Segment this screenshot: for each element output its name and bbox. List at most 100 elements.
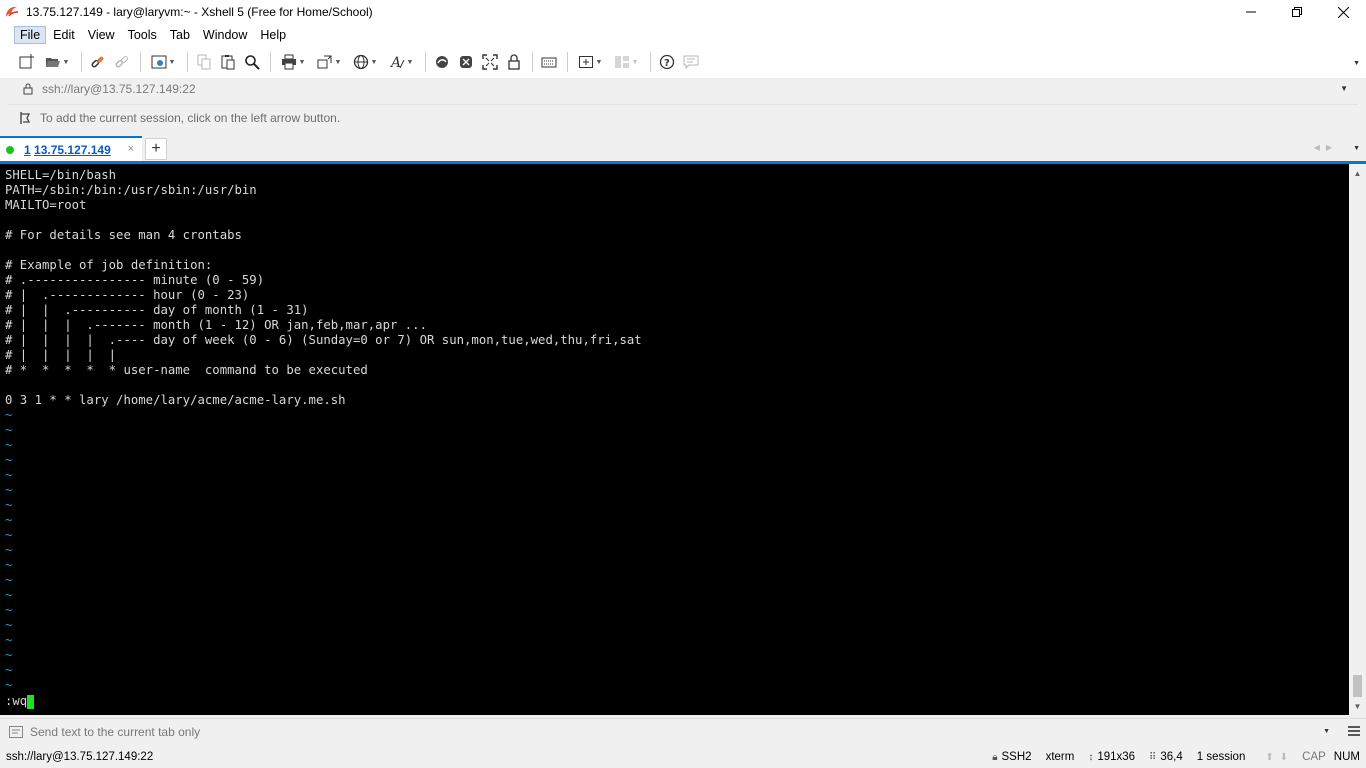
vim-empty-line-marker: ~	[5, 513, 13, 527]
tab-close-icon[interactable]: ×	[128, 143, 134, 155]
terminal-line: PATH=/sbin:/bin:/usr/sbin:/usr/bin	[5, 183, 257, 197]
new-tab-button[interactable]: ▼	[573, 50, 607, 74]
toolbar-separator	[567, 52, 568, 72]
tab-scroll-arrows-icon[interactable]: ◀▶	[1314, 143, 1338, 152]
vim-empty-line-marker: ~	[5, 663, 13, 677]
title-bar: 13.75.127.149 - lary@laryvm:~ - Xshell 5…	[0, 0, 1366, 24]
vim-empty-line-marker: ~	[5, 498, 13, 512]
xmanager-button[interactable]	[455, 50, 477, 74]
hint-text: To add the current session, click on the…	[40, 110, 341, 125]
hamburger-menu-icon[interactable]	[1348, 725, 1360, 739]
close-button[interactable]	[1320, 0, 1366, 24]
menu-help[interactable]: Help	[254, 26, 292, 44]
vim-command: :wq	[5, 694, 28, 708]
vim-empty-line-marker: ~	[5, 438, 13, 452]
address-bar[interactable]: ssh://lary@13.75.127.149:22 ▼	[8, 78, 1358, 100]
fullscreen-button[interactable]	[479, 50, 501, 74]
disconnect-button[interactable]	[111, 50, 133, 74]
toolbar-separator	[140, 52, 141, 72]
link-icon	[91, 56, 104, 68]
toolbar-separator	[187, 52, 188, 72]
menu-window[interactable]: Window	[197, 26, 253, 44]
menu-view[interactable]: View	[82, 26, 121, 44]
menu-tools[interactable]: Tools	[122, 26, 163, 44]
add-tab-button[interactable]: +	[145, 138, 167, 160]
compose-input[interactable]: Send text to the current tab only	[30, 725, 200, 739]
status-bar: ssh://lary@13.75.127.149:22 🔒︎ SSH2 xterm…	[0, 746, 1366, 768]
copy-button[interactable]	[193, 50, 215, 74]
arrow-down-icon[interactable]: ⬇	[1280, 752, 1288, 763]
open-session-button[interactable]: ▼	[40, 50, 74, 74]
status-size-text: 191x36	[1097, 751, 1136, 763]
resize-icon: ↕	[1088, 751, 1094, 763]
help-button[interactable]: ?	[656, 50, 678, 74]
tab-label: 1 13.75.127.149	[24, 143, 111, 157]
toolbar-overflow-icon[interactable]: ▼	[1353, 60, 1360, 67]
folder-open-icon	[45, 58, 60, 67]
scrollbar-thumb[interactable]	[1353, 675, 1362, 697]
terminal-line: # For details see man 4 crontabs	[5, 228, 242, 242]
tab-session-1[interactable]: 1 13.75.127.149 ×	[0, 136, 142, 162]
arrow-up-icon[interactable]: ⬆	[1265, 752, 1273, 763]
xshell-logo-icon[interactable]	[4, 4, 20, 20]
session-properties-button[interactable]: ▼	[146, 50, 180, 74]
svg-text:?: ?	[664, 58, 670, 69]
vim-empty-line-marker: ~	[5, 468, 13, 482]
transfer-icon	[317, 55, 332, 69]
chat-button[interactable]	[680, 50, 702, 74]
status-size: ↕ 191x36	[1088, 751, 1135, 763]
scroll-down-icon[interactable]: ▼	[1349, 699, 1366, 713]
menu-file[interactable]: File	[14, 26, 47, 44]
address-dropdown-icon[interactable]: ▼	[1340, 84, 1348, 93]
xftp-button[interactable]	[431, 50, 453, 74]
compose-target-dropdown-icon[interactable]: ▼	[1323, 728, 1330, 735]
new-session-button[interactable]	[16, 50, 38, 74]
lock-icon	[508, 54, 520, 70]
reconnect-button[interactable]	[87, 50, 109, 74]
status-cursor-text: 36,4	[1160, 751, 1183, 763]
transfer-button[interactable]: ▼	[312, 50, 346, 74]
scroll-up-icon[interactable]: ▲	[1349, 166, 1366, 180]
vim-empty-line-marker: ~	[5, 408, 13, 422]
toolbar-separator	[81, 52, 82, 72]
toolbar-separator	[270, 52, 271, 72]
terminal-line: # | | | | .---- day of week (0 - 6) (Sun…	[5, 333, 642, 347]
minimize-button[interactable]	[1228, 0, 1274, 24]
menu-edit[interactable]: Edit	[47, 26, 81, 44]
compose-bar[interactable]: Send text to the current tab only ▼	[0, 718, 1366, 744]
vim-empty-line-marker: ~	[5, 423, 13, 437]
terminal-line: # * * * * * user-name command to be exec…	[5, 363, 368, 377]
tab-list-dropdown-icon[interactable]: ▼	[1353, 145, 1360, 152]
terminal-line: # | | | .------- month (1 - 12) OR jan,f…	[5, 318, 427, 332]
paste-icon	[221, 55, 235, 70]
terminal-line: MAILTO=root	[5, 198, 87, 212]
terminal-line: # Example of job definition:	[5, 258, 213, 272]
terminal-line: # | .------------- hour (0 - 23)	[5, 288, 250, 302]
add-session-arrow-icon[interactable]	[18, 111, 34, 125]
vim-empty-line-marker: ~	[5, 678, 13, 692]
print-button[interactable]: ▼	[276, 50, 310, 74]
xftp-icon	[436, 56, 448, 68]
terminal-scrollbar[interactable]: ▲ ▼	[1349, 164, 1366, 715]
lock-button[interactable]	[503, 50, 525, 74]
font-button[interactable]: A ▼	[384, 50, 418, 74]
session-hint-bar: To add the current session, click on the…	[8, 104, 1358, 130]
terminal-output: SHELL=/bin/bash PATH=/sbin:/bin:/usr/sbin…	[5, 168, 642, 693]
find-button[interactable]	[241, 50, 263, 74]
properties-icon	[151, 55, 167, 69]
layout-button[interactable]: ▼	[609, 50, 643, 74]
status-caps: CAP	[1302, 751, 1326, 763]
toolbar: ▼ ▼ ▼ ▼ ▼ A ▼ ▼ ▼ ? ▼	[0, 46, 1366, 78]
chat-icon	[683, 55, 699, 70]
restore-button[interactable]	[1274, 0, 1320, 24]
vim-empty-line-marker: ~	[5, 588, 13, 602]
address-field[interactable]: ssh://lary@13.75.127.149:22	[42, 82, 196, 96]
encoding-button[interactable]: ▼	[348, 50, 382, 74]
terminal-screen[interactable]: SHELL=/bin/bash PATH=/sbin:/bin:/usr/sbin…	[0, 164, 1349, 715]
close-icon	[1337, 6, 1349, 18]
window-title: 13.75.127.149 - lary@laryvm:~ - Xshell 5…	[26, 5, 373, 19]
paste-button[interactable]	[217, 50, 239, 74]
keyboard-button[interactable]	[538, 50, 560, 74]
menu-tab[interactable]: Tab	[164, 26, 196, 44]
